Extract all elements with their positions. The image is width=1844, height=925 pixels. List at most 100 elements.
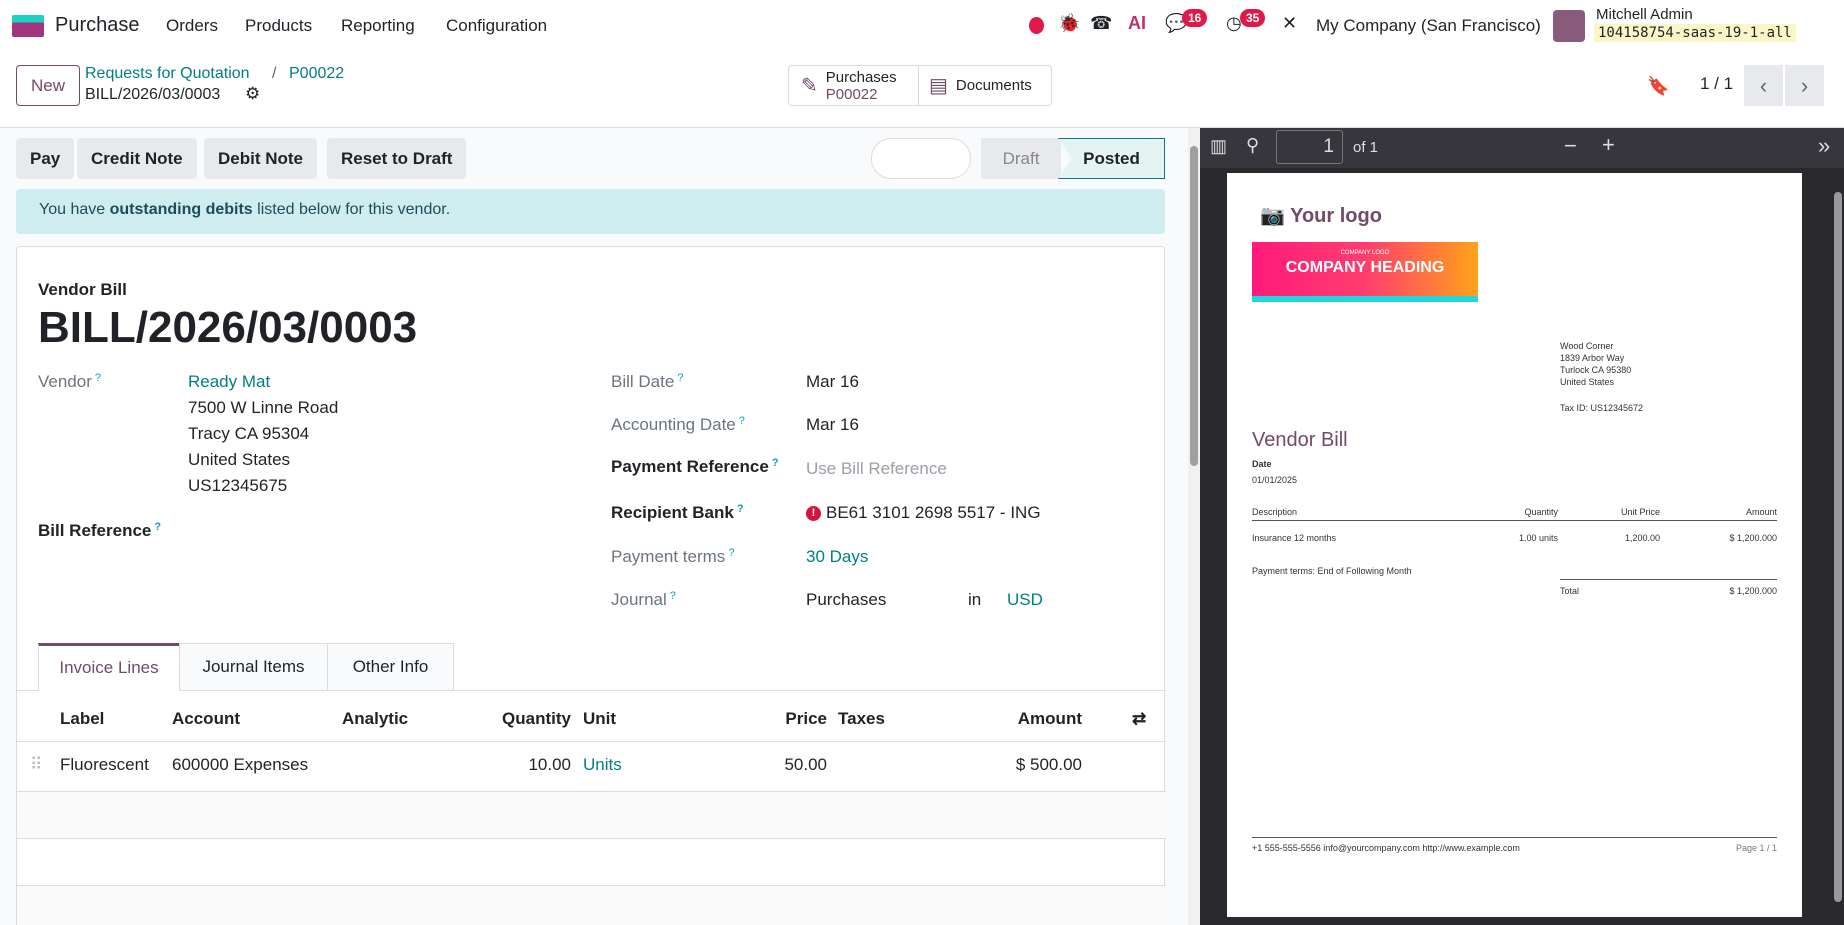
company-logo: 📷 Your logo <box>1260 203 1382 228</box>
accounting-date-label: Accounting Date? <box>611 415 745 435</box>
avatar[interactable] <box>1553 10 1585 42</box>
col-account[interactable]: Account <box>172 709 240 729</box>
gear-icon[interactable]: ⚙ <box>245 84 260 104</box>
app-icon[interactable] <box>12 15 44 37</box>
smart-button-documents[interactable]: ▤ Documents <box>918 65 1052 106</box>
accounting-date-field[interactable]: Mar 16 <box>806 415 859 435</box>
company-banner: COMPANY LOGO COMPANY HEADING <box>1252 242 1478 302</box>
cell-price[interactable]: 50.00 <box>784 755 827 775</box>
form-scrollbar[interactable] <box>1188 128 1200 925</box>
pdf-page: 📷 Your logo COMPANY LOGO COMPANY HEADING… <box>1227 173 1802 917</box>
col-amount[interactable]: Amount <box>1018 709 1082 729</box>
menu-orders[interactable]: Orders <box>166 16 218 36</box>
recipient-bank-label: Recipient Bank? <box>611 503 744 523</box>
company-switcher[interactable]: My Company (San Francisco) <box>1316 16 1541 36</box>
pdf-payment-terms: Payment terms: End of Following Month <box>1252 566 1412 576</box>
bill-reference-input[interactable] <box>188 517 578 545</box>
documents-label: Documents <box>956 77 1032 94</box>
outstanding-alert: You have outstanding debits listed below… <box>16 189 1165 234</box>
toggle-button[interactable] <box>871 138 971 179</box>
page-number-input[interactable]: 1 <box>1276 130 1343 164</box>
col-analytic[interactable]: Analytic <box>342 709 408 729</box>
col-label[interactable]: Label <box>60 709 104 729</box>
record-icon[interactable] <box>1029 17 1044 34</box>
col-unit[interactable]: Unit <box>583 709 616 729</box>
bill-title: BILL/2026/03/0003 <box>38 303 417 353</box>
status-posted[interactable]: Posted <box>1058 138 1165 179</box>
menu-products[interactable]: Products <box>245 16 312 36</box>
pdf-table-header: Description Quantity Unit Price Amount <box>1252 507 1777 521</box>
status-draft[interactable]: Draft <box>981 138 1061 179</box>
pdf-title: Vendor Bill <box>1252 429 1348 452</box>
menu-reporting[interactable]: Reporting <box>341 16 415 36</box>
payment-terms-field[interactable]: 30 Days <box>806 547 868 567</box>
tab-journal-items[interactable]: Journal Items <box>179 643 328 691</box>
app-name[interactable]: Purchase <box>55 14 140 37</box>
more-tools-icon[interactable]: » <box>1818 133 1830 159</box>
pdf-footer: +1 555-555-5556 info@yourcompany.com htt… <box>1252 837 1777 851</box>
table-row[interactable]: ⠿ Fluorescent 600000 Expenses 10.00 Unit… <box>17 741 1166 791</box>
vendor-vat: US12345675 <box>188 476 287 496</box>
bug-icon[interactable]: 🐞 <box>1058 13 1080 34</box>
pager-next[interactable]: › <box>1785 65 1824 106</box>
column-settings-icon[interactable]: ⇄ <box>1132 709 1146 729</box>
breadcrumb-po[interactable]: P00022 <box>289 65 344 83</box>
camera-icon: 📷 <box>1260 205 1285 227</box>
tab-other-info[interactable]: Other Info <box>327 643 454 691</box>
search-icon[interactable]: ⚲ <box>1246 135 1259 156</box>
payment-reference-input[interactable]: Use Bill Reference <box>806 459 947 479</box>
reset-to-draft-button[interactable]: Reset to Draft <box>327 138 466 179</box>
pdf-table-row: Insurance 12 months 1.00 units 1,200.00 … <box>1252 533 1777 547</box>
pager-previous[interactable]: ‹ <box>1744 65 1783 106</box>
database-name: 104158754-saas-19-1-all <box>1594 24 1796 42</box>
purchases-label: Purchases <box>826 69 897 86</box>
form-sheet: Vendor Bill BILL/2026/03/0003 Vendor? Re… <box>16 246 1165 925</box>
new-button[interactable]: New <box>16 65 80 106</box>
activities-badge: 35 <box>1240 9 1265 27</box>
lines-header: Label Account Analytic Quantity Unit Pri… <box>17 691 1166 741</box>
col-taxes[interactable]: Taxes <box>838 709 885 729</box>
credit-note-button[interactable]: Credit Note <box>77 138 197 179</box>
phone-icon[interactable]: ☎ <box>1090 13 1112 34</box>
vendor-field[interactable]: Ready Mat <box>188 372 270 392</box>
cell-account[interactable]: 600000 Expenses <box>172 755 308 775</box>
control-panel: New Requests for Quotation / P00022 BILL… <box>0 52 1844 128</box>
bookmark-icon[interactable]: 🔖 <box>1647 76 1669 97</box>
cell-label[interactable]: Fluorescent <box>60 755 149 775</box>
zoom-in-icon[interactable]: + <box>1602 132 1615 158</box>
zoom-out-icon[interactable]: − <box>1564 133 1577 159</box>
pdf-scrollbar[interactable] <box>1832 168 1844 925</box>
form-view: Pay Credit Note Debit Note Reset to Draf… <box>0 128 1188 925</box>
alert-link[interactable]: outstanding debits <box>110 201 253 218</box>
tab-invoice-lines[interactable]: Invoice Lines <box>38 643 180 691</box>
top-navbar: Purchase Orders Products Reporting Confi… <box>0 0 1844 52</box>
pay-button[interactable]: Pay <box>16 138 74 179</box>
journal-field[interactable]: Purchases <box>806 590 886 610</box>
purchases-ref: P00022 <box>826 86 878 103</box>
messages-badge: 16 <box>1182 9 1207 27</box>
ai-icon[interactable]: AI <box>1128 13 1146 34</box>
menu-configuration[interactable]: Configuration <box>446 16 547 36</box>
drag-handle-icon[interactable]: ⠿ <box>30 755 42 775</box>
page-count: of 1 <box>1353 139 1378 156</box>
pdf-total: Total $ 1,200.000 <box>1560 579 1777 599</box>
warning-icon: ! <box>806 506 821 521</box>
edit-icon: ✎ <box>801 73 818 98</box>
smart-button-purchases[interactable]: ✎ PurchasesP00022 <box>788 65 919 106</box>
col-price[interactable]: Price <box>785 709 827 729</box>
recipient-bank-field[interactable]: BE61 3101 2698 5517 - ING <box>826 503 1041 523</box>
bill-date-field[interactable]: Mar 16 <box>806 372 859 392</box>
sidebar-toggle-icon[interactable]: ▥ <box>1210 136 1227 157</box>
pager-value[interactable]: 1 / 1 <box>1700 74 1733 94</box>
col-quantity[interactable]: Quantity <box>502 709 571 729</box>
cell-quantity[interactable]: 10.00 <box>528 755 571 775</box>
debit-note-button[interactable]: Debit Note <box>204 138 317 179</box>
user-name[interactable]: Mitchell Admin <box>1596 6 1693 23</box>
journal-label: Journal? <box>611 590 676 610</box>
currency-field[interactable]: USD <box>1007 590 1043 610</box>
tools-icon[interactable]: ✕ <box>1282 13 1297 34</box>
breadcrumb-rfq[interactable]: Requests for Quotation <box>85 65 250 83</box>
cell-unit[interactable]: Units <box>583 755 622 775</box>
pdf-date: 01/01/2025 <box>1252 475 1297 485</box>
bill-date-label: Bill Date? <box>611 372 683 392</box>
